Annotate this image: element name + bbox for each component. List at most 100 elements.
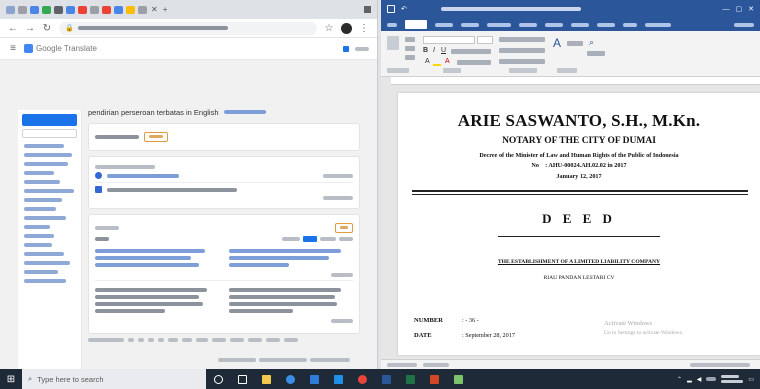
google-translate-logo[interactable]: Google Translate <box>24 44 97 53</box>
star-icon[interactable]: ☆ <box>324 23 334 34</box>
tab-view[interactable] <box>597 22 615 27</box>
close-tab-icon[interactable]: ✕ <box>151 5 158 14</box>
profile-avatar[interactable] <box>341 22 352 34</box>
footer-link[interactable] <box>310 358 350 362</box>
clock[interactable] <box>721 375 744 383</box>
chrome-icon[interactable] <box>350 369 374 389</box>
sidebar-item[interactable] <box>24 207 56 211</box>
tab-favicon-icon[interactable] <box>138 5 147 14</box>
notifications-icon[interactable]: ▭ <box>748 376 754 383</box>
windows-start-icon[interactable]: ⊞ <box>0 369 22 389</box>
editing-group[interactable] <box>587 51 605 56</box>
tab-favicon-icon[interactable] <box>102 5 111 14</box>
tab-insert[interactable] <box>435 22 453 27</box>
apps-grid-icon[interactable] <box>343 45 349 52</box>
tab-favicon-icon[interactable] <box>6 5 15 14</box>
list-buttons-group[interactable] <box>499 37 545 42</box>
window-control-icon[interactable] <box>364 6 371 13</box>
address-bar[interactable]: 🔒 <box>59 21 317 35</box>
powerpoint-icon[interactable] <box>422 369 446 389</box>
footer-link[interactable] <box>218 358 256 362</box>
network-icon[interactable]: ▂ <box>687 376 692 383</box>
page-link[interactable] <box>230 338 244 342</box>
sidebar-item[interactable] <box>24 189 74 193</box>
speaker-icon[interactable] <box>95 172 102 179</box>
highlight-color-icon[interactable] <box>433 64 441 66</box>
sidebar-item[interactable] <box>24 198 62 202</box>
document-page[interactable]: ARIE SASWANTO, S.H., M.Kn. NOTARY OF THE… <box>398 93 760 355</box>
tab-references[interactable] <box>519 22 537 27</box>
find-icon[interactable]: ⌕ <box>589 37 594 48</box>
font-color-icon[interactable]: A <box>445 58 450 65</box>
store-icon[interactable] <box>326 369 350 389</box>
cut-icon[interactable] <box>405 37 415 42</box>
sidebar-item[interactable] <box>24 243 52 247</box>
file-explorer-icon[interactable] <box>254 369 278 389</box>
translate-button[interactable] <box>144 132 168 142</box>
edge-icon[interactable] <box>278 369 302 389</box>
sidebar-item[interactable] <box>24 180 60 184</box>
mail-icon[interactable] <box>302 369 326 389</box>
undo-icon[interactable]: ↶ <box>401 5 407 13</box>
tell-me-search[interactable] <box>645 22 671 27</box>
page-link[interactable] <box>148 338 154 342</box>
sidebar-item[interactable] <box>24 261 70 265</box>
page-link[interactable] <box>248 338 262 342</box>
copy-icon[interactable] <box>95 186 102 193</box>
tab-home[interactable] <box>405 20 427 29</box>
sidebar-item[interactable] <box>24 171 54 175</box>
font-name-select[interactable] <box>423 36 475 44</box>
back-arrow-icon[interactable]: ← <box>8 23 18 34</box>
page-link[interactable] <box>284 338 298 342</box>
page-link[interactable] <box>196 338 208 342</box>
maximize-icon[interactable]: ▢ <box>736 5 743 13</box>
text-color-icon[interactable]: A <box>425 58 430 65</box>
page-link[interactable] <box>212 338 226 342</box>
reload-icon[interactable]: ↻ <box>42 23 52 34</box>
tab-favicon-icon[interactable] <box>78 5 87 14</box>
bold-icon[interactable]: B <box>423 47 428 54</box>
sidebar-item[interactable] <box>24 162 68 166</box>
hamburger-menu-icon[interactable]: ≡ <box>8 43 18 54</box>
chevron-up-icon[interactable]: ⌃ <box>677 376 682 383</box>
format-painter-icon[interactable] <box>405 55 415 60</box>
sidebar-item[interactable] <box>24 144 64 148</box>
copy-icon[interactable] <box>405 46 415 51</box>
new-tab-icon[interactable]: + <box>163 5 168 14</box>
language-indicator[interactable] <box>706 377 717 381</box>
sign-in-link[interactable] <box>734 22 754 27</box>
sidebar-item[interactable] <box>24 153 72 157</box>
sidebar-item[interactable] <box>24 234 54 238</box>
font-options-group[interactable] <box>457 60 491 65</box>
sidebar-item[interactable] <box>24 252 64 256</box>
excel-icon[interactable] <box>398 369 422 389</box>
page-link[interactable] <box>182 338 192 342</box>
page-link[interactable] <box>158 338 164 342</box>
tab-favicon-icon[interactable] <box>90 5 99 14</box>
page-link[interactable] <box>138 338 144 342</box>
italic-icon[interactable]: I <box>433 47 435 54</box>
styles-gallery[interactable] <box>567 41 583 46</box>
tab-favicon-icon[interactable] <box>42 5 51 14</box>
task-view-icon[interactable] <box>230 369 254 389</box>
minimize-icon[interactable]: — <box>723 6 730 13</box>
word-count-status[interactable] <box>423 363 449 367</box>
language-selector-button[interactable] <box>22 114 77 126</box>
text-effects-group[interactable] <box>451 49 491 54</box>
tab-favicon-icon[interactable] <box>114 5 123 14</box>
font-size-select[interactable] <box>477 36 493 44</box>
word-icon[interactable] <box>374 369 398 389</box>
cortana-icon[interactable] <box>206 369 230 389</box>
page-link[interactable] <box>128 338 134 342</box>
tab-favicon-icon[interactable] <box>30 5 39 14</box>
save-icon[interactable] <box>387 5 395 13</box>
page-link[interactable] <box>168 338 178 342</box>
sidebar-item[interactable] <box>24 216 66 220</box>
tab-favicon-icon[interactable] <box>54 5 63 14</box>
tab-favicon-icon[interactable] <box>18 5 27 14</box>
app-icon[interactable] <box>446 369 470 389</box>
page-link[interactable] <box>266 338 280 342</box>
underline-icon[interactable]: U <box>441 47 446 54</box>
tab-review[interactable] <box>571 22 589 27</box>
taskbar-search-box[interactable]: ⌕ Type here to search <box>22 369 206 389</box>
